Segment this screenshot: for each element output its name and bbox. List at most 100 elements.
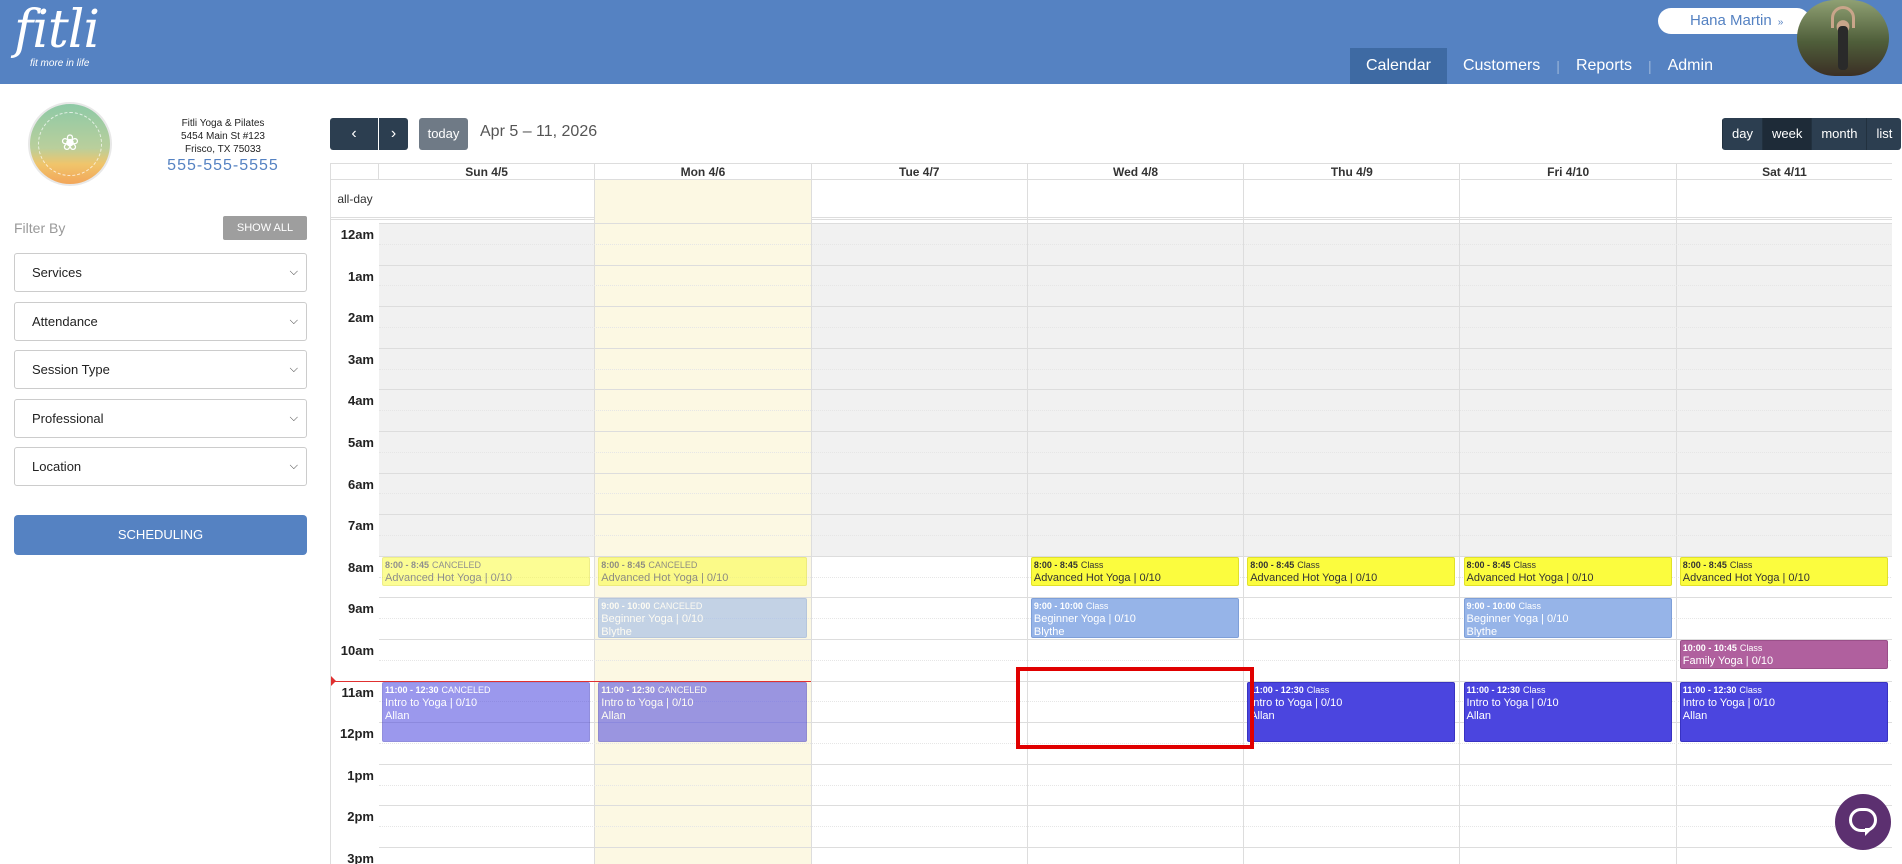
professional-select[interactable]: Professional ⌵ — [14, 399, 307, 438]
nav-reports[interactable]: Reports — [1560, 48, 1648, 84]
event-time: 9:00 - 10:00 — [1033, 601, 1083, 612]
view-list-button[interactable]: list — [1866, 118, 1902, 150]
event-time: 9:00 - 10:00 — [1466, 601, 1516, 612]
day-header[interactable]: Mon 4/6 — [595, 164, 812, 180]
hour-gridline — [379, 223, 1892, 224]
week-calendar: all-day 12am 1am 2am 3am 4am 5am 6am 7am 8am 9am 1… — [330, 163, 1892, 864]
event-time: 8:00 - 8:45 — [601, 559, 646, 570]
studio-phone[interactable]: 555-555-5555 — [150, 157, 296, 175]
half-hour-gridline — [379, 493, 1892, 495]
day-header[interactable]: Thu 4/9 — [1244, 164, 1461, 180]
hour-label: 6am — [347, 476, 374, 492]
half-hour-gridline — [379, 784, 1892, 786]
calendar-event[interactable]: 11:00 - 12:30 Class Intro to Yoga | 0/10 Al… — [1463, 681, 1672, 742]
calendar-event[interactable]: 9:00 - 10:00 CANCELED Beginner Yoga | 0/10… — [598, 598, 807, 638]
hour-gridline — [379, 264, 1892, 266]
view-week-button[interactable]: week — [1761, 118, 1812, 150]
day-column[interactable] — [1677, 180, 1892, 864]
session-type-select[interactable]: Session Type ⌵ — [14, 350, 307, 389]
calendar-event[interactable]: 8:00 - 8:45 Class Advanced Hot Yoga | 0/10 — [1463, 556, 1672, 586]
event-instructor: Allan — [1250, 709, 1275, 722]
event-time-line: 9:00 - 10:00 Class — [1467, 600, 1669, 613]
studio-info: Fitli Yoga & Pilates 5454 Main St #123 F… — [150, 117, 296, 156]
day-column[interactable] — [1461, 180, 1677, 864]
calendar-event[interactable]: 11:00 - 12:30 CANCELED Intro to Yoga | 0/1… — [598, 681, 807, 742]
event-time-line: 8:00 - 8:45 Class — [1683, 559, 1885, 572]
event-status: Class — [1518, 601, 1542, 612]
hour-gridline — [379, 431, 1892, 432]
studio-address-line1: 5454 Main St #123 — [181, 131, 265, 142]
hour-gridline — [379, 847, 1892, 848]
calendar-event[interactable]: 8:00 - 8:45 Class Advanced Hot Yoga | 0/10 — [1679, 556, 1889, 586]
location-select[interactable]: Location ⌵ — [14, 447, 307, 486]
event-time-line: 9:00 - 10:00 Class — [1034, 600, 1236, 613]
avatar[interactable] — [1797, 0, 1889, 76]
show-all-button[interactable]: SHOW ALL — [223, 216, 307, 240]
view-day-button[interactable]: day — [1722, 118, 1762, 150]
hour-gridline — [379, 805, 1892, 807]
event-instructor: Allan — [1466, 709, 1491, 722]
nav-calendar[interactable]: Calendar — [1350, 48, 1447, 84]
event-title: Family Yoga | 0/10 — [1682, 655, 1774, 667]
hour-gridline — [379, 306, 1892, 308]
studio-address-line2: Frisco, TX 75033 — [185, 144, 261, 155]
calendar-event[interactable]: 9:00 - 10:00 Class Beginner Yoga | 0/10 Bly… — [1030, 598, 1240, 638]
event-instructor: Blythe — [601, 626, 632, 638]
calendar-event[interactable]: 8:00 - 8:45 Class Advanced Hot Yoga | 0/10 — [1030, 556, 1240, 586]
hour-gridline — [379, 763, 1892, 765]
chat-button[interactable] — [1835, 794, 1891, 850]
day-header[interactable]: Wed 4/8 — [1027, 164, 1245, 180]
day-column[interactable] — [1244, 180, 1461, 864]
event-title: Beginner Yoga | 0/10 — [1466, 613, 1569, 626]
calendar-event[interactable]: 8:00 - 8:45 CANCELED Advanced Hot Yoga | 0… — [598, 556, 807, 586]
event-title: Beginner Yoga | 0/10 — [601, 613, 704, 626]
hour-label: 8am — [347, 559, 374, 575]
chevron-down-icon: ⌵ — [289, 412, 298, 424]
day-header[interactable]: Tue 4/7 — [811, 164, 1028, 180]
day-column[interactable] — [1028, 180, 1245, 864]
calendar-event[interactable]: 11:00 - 12:30 Class Intro to Yoga | 0/10 Al… — [1247, 681, 1456, 742]
day-header[interactable]: Sat 4/11 — [1676, 164, 1892, 180]
day-column[interactable] — [379, 180, 596, 864]
event-status: CANCELED — [432, 559, 482, 570]
calendar-event[interactable]: 9:00 - 10:00 Class Beginner Yoga | 0/10 Bly… — [1463, 598, 1672, 638]
next-week-button[interactable]: › — [379, 118, 408, 150]
hour-label: 9am — [347, 601, 374, 617]
fitli-logo[interactable]: fitli fit more in life — [14, 4, 100, 69]
calendar-event[interactable]: 10:00 - 10:45 Class Family Yoga | 0/10 — [1679, 640, 1889, 670]
event-time-line: 9:00 - 10:00 CANCELED — [601, 600, 803, 613]
hour-gridline — [379, 514, 1892, 516]
user-name: Hana Martin — [1690, 12, 1772, 29]
today-button[interactable]: today — [419, 118, 468, 150]
user-menu[interactable]: Hana Martin » — [1658, 8, 1810, 34]
hour-label: 1pm — [347, 767, 374, 783]
calendar-event[interactable]: 8:00 - 8:45 CANCELED Advanced Hot Yoga | 0… — [382, 556, 591, 586]
event-time-line: 8:00 - 8:45 CANCELED — [385, 559, 587, 572]
day-header[interactable]: Sun 4/5 — [379, 164, 596, 180]
calendar-event[interactable]: 11:00 - 12:30 CANCELED Intro to Yoga | 0/1… — [382, 681, 591, 742]
chevron-right-icon: › — [390, 125, 397, 142]
day-header[interactable]: Fri 4/10 — [1460, 164, 1677, 180]
day-column[interactable] — [595, 180, 812, 864]
services-select[interactable]: Services ⌵ — [14, 253, 307, 292]
event-instructor: Blythe — [1466, 626, 1498, 638]
event-status: CANCELED — [441, 684, 491, 695]
event-time: 9:00 - 10:00 — [601, 601, 651, 612]
hour-label: 2am — [347, 310, 374, 326]
attendance-select[interactable]: Attendance ⌵ — [14, 302, 307, 341]
event-title: Advanced Hot Yoga | 0/10 — [385, 571, 513, 584]
now-indicator-line — [331, 681, 811, 682]
view-month-button[interactable]: month — [1811, 118, 1867, 150]
event-status: Class — [1729, 559, 1753, 570]
scheduling-button[interactable]: SCHEDULING — [14, 515, 307, 555]
calendar-event[interactable]: 8:00 - 8:45 Class Advanced Hot Yoga | 0/10 — [1247, 556, 1456, 586]
prev-week-button[interactable]: ‹ — [330, 118, 378, 150]
nav-customers[interactable]: Customers — [1447, 48, 1556, 84]
half-hour-gridline — [379, 285, 1892, 287]
calendar-event[interactable]: 11:00 - 12:30 Class Intro to Yoga | 0/10 Al… — [1679, 681, 1889, 742]
event-time: 8:00 - 8:45 — [385, 559, 430, 570]
day-column[interactable] — [812, 180, 1028, 864]
event-time: 8:00 - 8:45 — [1682, 559, 1727, 570]
nav-admin[interactable]: Admin — [1652, 48, 1729, 84]
event-time-line: 8:00 - 8:45 Class — [1034, 559, 1236, 572]
